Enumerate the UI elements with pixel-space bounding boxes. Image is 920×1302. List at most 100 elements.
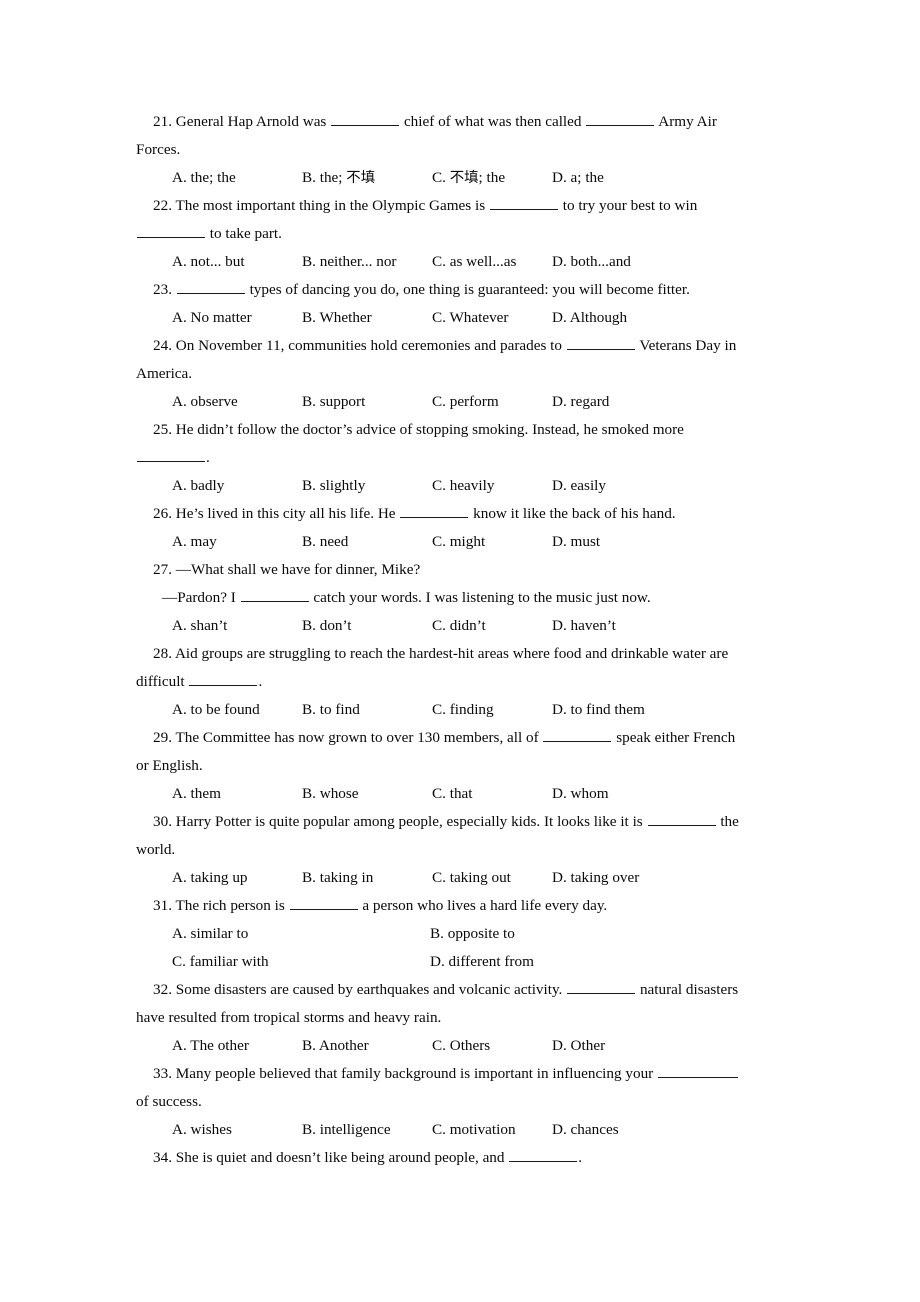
- question-28-stem-part-2: difficult: [136, 673, 185, 690]
- option-a[interactable]: A. No matter: [172, 304, 302, 332]
- answer-blank[interactable]: [137, 223, 205, 238]
- question-24-stem-part-2: Veterans Day in: [639, 337, 737, 354]
- answer-blank[interactable]: [137, 447, 205, 462]
- question-27-reply-part-2: catch your words. I was listening to the…: [313, 589, 651, 606]
- option-c[interactable]: C. perform: [432, 388, 552, 416]
- question-29: 29. The Committee has now grown to over …: [136, 724, 782, 808]
- option-b[interactable]: B. whose: [302, 780, 432, 808]
- question-24-stem-part-1: 24. On November 11, communities hold cer…: [153, 337, 562, 354]
- option-a[interactable]: A. taking up: [172, 864, 302, 892]
- option-c[interactable]: C. motivation: [432, 1116, 552, 1144]
- option-a[interactable]: A. them: [172, 780, 302, 808]
- answer-blank[interactable]: [658, 1063, 739, 1078]
- option-c[interactable]: C. might: [432, 528, 552, 556]
- option-c[interactable]: C. 不填; the: [432, 164, 552, 192]
- question-28-stem: 28. Aid groups are struggling to reach t…: [153, 645, 729, 662]
- option-c[interactable]: C. familiar with: [172, 948, 430, 976]
- question-30-options: A. taking up B. taking in C. taking out D. …: [136, 864, 782, 892]
- answer-blank[interactable]: [240, 587, 309, 602]
- option-a[interactable]: A. observe: [172, 388, 302, 416]
- question-34-stem-part-1: 34. She is quiet and doesn’t like being …: [153, 1149, 505, 1166]
- option-a[interactable]: A. may: [172, 528, 302, 556]
- option-d[interactable]: D. a; the: [552, 164, 604, 192]
- document-page: 21. General Hap Arnold was chief of what…: [0, 0, 920, 1302]
- option-b[interactable]: B. need: [302, 528, 432, 556]
- question-33-stem-cont: of success.: [136, 1093, 202, 1110]
- option-c[interactable]: C. didn’t: [432, 612, 552, 640]
- option-b[interactable]: B. neither... nor: [302, 248, 432, 276]
- question-24-stem-cont: America.: [136, 365, 193, 382]
- option-b[interactable]: B. the; 不填: [302, 164, 432, 192]
- option-d[interactable]: D. chances: [552, 1116, 619, 1144]
- option-c-label: C.: [432, 169, 446, 186]
- answer-blank[interactable]: [543, 727, 612, 742]
- answer-blank[interactable]: [509, 1147, 578, 1162]
- question-32-options: A. The other B. Another C. Others D. Other: [136, 1032, 782, 1060]
- option-b[interactable]: B. Whether: [302, 304, 432, 332]
- option-c[interactable]: C. Whatever: [432, 304, 552, 332]
- option-d[interactable]: D. whom: [552, 780, 609, 808]
- answer-blank[interactable]: [647, 811, 716, 826]
- option-c[interactable]: C. that: [432, 780, 552, 808]
- option-d[interactable]: D. regard: [552, 388, 609, 416]
- option-a[interactable]: A. not... but: [172, 248, 302, 276]
- option-b[interactable]: B. to find: [302, 696, 432, 724]
- question-26-options: A. may B. need C. might D. must: [136, 528, 782, 556]
- question-22-options: A. not... but B. neither... nor C. as well…: [136, 248, 782, 276]
- question-33-stem-part-1: 33. Many people believed that family bac…: [153, 1065, 654, 1082]
- option-c[interactable]: C. taking out: [432, 864, 552, 892]
- option-d[interactable]: D. different from: [430, 948, 534, 976]
- question-24: 24. On November 11, communities hold cer…: [136, 332, 782, 416]
- option-a[interactable]: A. wishes: [172, 1116, 302, 1144]
- question-28: 28. Aid groups are struggling to reach t…: [136, 640, 782, 724]
- answer-blank[interactable]: [331, 111, 400, 126]
- answer-blank[interactable]: [566, 335, 635, 350]
- question-31-stem: 31. The rich person is a person who live…: [136, 892, 782, 920]
- option-c[interactable]: C. heavily: [432, 472, 552, 500]
- question-27: 27. —What shall we have for dinner, Mike…: [136, 556, 782, 640]
- question-33: 33. Many people believed that family bac…: [136, 1060, 782, 1144]
- option-b[interactable]: B. intelligence: [302, 1116, 432, 1144]
- question-22-stem-part-3: to take part.: [209, 225, 282, 242]
- option-d[interactable]: D. Although: [552, 304, 627, 332]
- question-26-stem-part-1: 26. He’s lived in this city all his life…: [153, 505, 396, 522]
- answer-blank[interactable]: [289, 895, 358, 910]
- option-a[interactable]: A. shan’t: [172, 612, 302, 640]
- option-c[interactable]: C. Others: [432, 1032, 552, 1060]
- option-b[interactable]: B. don’t: [302, 612, 432, 640]
- option-a[interactable]: A. The other: [172, 1032, 302, 1060]
- answer-blank[interactable]: [400, 503, 469, 518]
- option-b[interactable]: B. Another: [302, 1032, 432, 1060]
- option-d[interactable]: D. taking over: [552, 864, 639, 892]
- option-d[interactable]: D. Other: [552, 1032, 605, 1060]
- option-a[interactable]: A. to be found: [172, 696, 302, 724]
- answer-blank[interactable]: [189, 671, 258, 686]
- option-a[interactable]: A. similar to: [172, 920, 430, 948]
- option-b[interactable]: B. opposite to: [430, 920, 515, 948]
- option-a[interactable]: A. the; the: [172, 164, 302, 192]
- option-d[interactable]: D. to find them: [552, 696, 645, 724]
- question-21-stem-part-1: 21. General Hap Arnold was: [153, 113, 327, 130]
- question-34: 34. She is quiet and doesn’t like being …: [136, 1144, 782, 1172]
- question-23-stem-part-2: types of dancing you do, one thing is gu…: [249, 281, 690, 298]
- option-c[interactable]: C. finding: [432, 696, 552, 724]
- answer-blank[interactable]: [567, 979, 636, 994]
- option-d[interactable]: D. must: [552, 528, 600, 556]
- option-a[interactable]: A. badly: [172, 472, 302, 500]
- option-c[interactable]: C. as well...as: [432, 248, 552, 276]
- option-d[interactable]: D. easily: [552, 472, 606, 500]
- question-24-stem: 24. On November 11, communities hold cer…: [136, 332, 782, 360]
- option-b-text: B. the;: [302, 169, 343, 186]
- question-29-stem-cont: or English.: [136, 757, 203, 774]
- answer-blank[interactable]: [176, 279, 245, 294]
- option-d[interactable]: D. both...and: [552, 248, 631, 276]
- question-21-options: A. the; the B. the; 不填 C. 不填; the D. a; the: [136, 164, 782, 192]
- option-b[interactable]: B. slightly: [302, 472, 432, 500]
- answer-blank[interactable]: [489, 195, 558, 210]
- answer-blank[interactable]: [586, 111, 655, 126]
- question-26: 26. He’s lived in this city all his life…: [136, 500, 782, 556]
- option-b[interactable]: B. support: [302, 388, 432, 416]
- option-b[interactable]: B. taking in: [302, 864, 432, 892]
- question-21-stem-cont: Forces.: [136, 141, 181, 158]
- option-d[interactable]: D. haven’t: [552, 612, 616, 640]
